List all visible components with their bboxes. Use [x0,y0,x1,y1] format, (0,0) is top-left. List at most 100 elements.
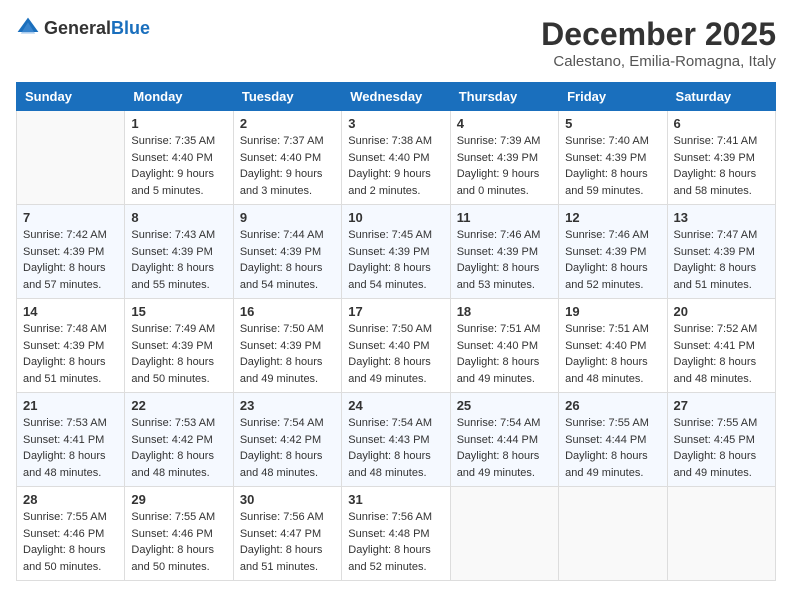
calendar-cell [667,487,775,581]
calendar-cell: 3 Sunrise: 7:38 AM Sunset: 4:40 PM Daylig… [342,111,450,205]
day-number: 11 [457,210,552,225]
day-number: 28 [23,492,118,507]
calendar-cell: 31Sunrise: 7:56 AM Sunset: 4:48 PM Dayli… [342,487,450,581]
calendar-cell: 15Sunrise: 7:49 AM Sunset: 4:39 PM Dayli… [125,299,233,393]
calendar-cell: 7 Sunrise: 7:42 AM Sunset: 4:39 PM Daylig… [17,205,125,299]
location-title: Calestano, Emilia-Romagna, Italy [541,53,776,70]
calendar-cell: 25 Sunrise: 7:54 AM Sunset: 4:44 PM Dayli… [450,393,558,487]
calendar-table: SundayMondayTuesdayWednesdayThursdayFrid… [16,82,776,581]
day-info: Sunrise: 7:43 AM Sunset: 4:39 PM Dayligh… [131,227,226,293]
day-info: Sunrise: 7:45 AM Sunset: 4:39 PM Dayligh… [348,227,443,293]
day-info: Sunrise: 7:53 AM Sunset: 4:42 PM Dayligh… [131,415,226,481]
day-of-week-header: Monday [125,83,233,111]
calendar-cell: 22Sunrise: 7:53 AM Sunset: 4:42 PM Dayli… [125,393,233,487]
day-number: 9 [240,210,335,225]
day-number: 26 [565,398,660,413]
calendar-cell: 1 Sunrise: 7:35 AM Sunset: 4:40 PM Daylig… [125,111,233,205]
day-info: Sunrise: 7:56 AM Sunset: 4:48 PM Dayligh… [348,509,443,575]
calendar-cell: 21 Sunrise: 7:53 AM Sunset: 4:41 PM Dayli… [17,393,125,487]
calendar-cell: 29 Sunrise: 7:55 AM Sunset: 4:46 PM Dayli… [125,487,233,581]
calendar-week-row: 1 Sunrise: 7:35 AM Sunset: 4:40 PM Daylig… [17,111,776,205]
calendar-cell: 5Sunrise: 7:40 AM Sunset: 4:39 PM Daylig… [559,111,667,205]
calendar-cell: 19 Sunrise: 7:51 AM Sunset: 4:40 PM Dayli… [559,299,667,393]
calendar-cell: 10 Sunrise: 7:45 AM Sunset: 4:39 PM Dayli… [342,205,450,299]
day-of-week-header: Saturday [667,83,775,111]
day-number: 7 [23,210,118,225]
logo: GeneralBlue [16,16,150,40]
day-number: 20 [674,304,769,319]
calendar-cell: 28 Sunrise: 7:55 AM Sunset: 4:46 PM Dayli… [17,487,125,581]
day-info: Sunrise: 7:54 AM Sunset: 4:43 PM Dayligh… [348,415,443,481]
day-number: 14 [23,304,118,319]
calendar-cell: 18 Sunrise: 7:51 AM Sunset: 4:40 PM Dayli… [450,299,558,393]
calendar-cell: 27 Sunrise: 7:55 AM Sunset: 4:45 PM Dayli… [667,393,775,487]
calendar-week-row: 28 Sunrise: 7:55 AM Sunset: 4:46 PM Dayli… [17,487,776,581]
day-number: 21 [23,398,118,413]
calendar-cell: 13 Sunrise: 7:47 AM Sunset: 4:39 PM Dayli… [667,205,775,299]
calendar-cell: 23Sunrise: 7:54 AM Sunset: 4:42 PM Dayli… [233,393,341,487]
calendar-cell: 16 Sunrise: 7:50 AM Sunset: 4:39 PM Dayli… [233,299,341,393]
calendar-cell [17,111,125,205]
day-info: Sunrise: 7:55 AM Sunset: 4:46 PM Dayligh… [131,509,226,575]
day-number: 3 [348,116,443,131]
day-number: 19 [565,304,660,319]
day-info: Sunrise: 7:47 AM Sunset: 4:39 PM Dayligh… [674,227,769,293]
day-of-week-header: Wednesday [342,83,450,111]
day-of-week-header: Sunday [17,83,125,111]
day-info: Sunrise: 7:52 AM Sunset: 4:41 PM Dayligh… [674,321,769,387]
day-number: 15 [131,304,226,319]
day-number: 25 [457,398,552,413]
day-info: Sunrise: 7:56 AM Sunset: 4:47 PM Dayligh… [240,509,335,575]
day-number: 29 [131,492,226,507]
day-info: Sunrise: 7:54 AM Sunset: 4:44 PM Dayligh… [457,415,552,481]
calendar-cell: 2Sunrise: 7:37 AM Sunset: 4:40 PM Daylig… [233,111,341,205]
day-info: Sunrise: 7:40 AM Sunset: 4:39 PM Dayligh… [565,133,660,199]
calendar-cell: 17 Sunrise: 7:50 AM Sunset: 4:40 PM Dayli… [342,299,450,393]
day-number: 8 [131,210,226,225]
day-number: 23 [240,398,335,413]
logo-text-blue: Blue [111,18,150,38]
day-of-week-header: Thursday [450,83,558,111]
day-info: Sunrise: 7:39 AM Sunset: 4:39 PM Dayligh… [457,133,552,199]
calendar-cell [559,487,667,581]
title-area: December 2025 Calestano, Emilia-Romagna,… [541,16,776,70]
day-number: 17 [348,304,443,319]
day-info: Sunrise: 7:51 AM Sunset: 4:40 PM Dayligh… [457,321,552,387]
day-number: 1 [131,116,226,131]
logo-text-general: General [44,18,111,38]
day-number: 10 [348,210,443,225]
day-info: Sunrise: 7:55 AM Sunset: 4:45 PM Dayligh… [674,415,769,481]
day-of-week-header: Tuesday [233,83,341,111]
calendar-cell: 20 Sunrise: 7:52 AM Sunset: 4:41 PM Dayli… [667,299,775,393]
day-number: 13 [674,210,769,225]
calendar-cell: 9 Sunrise: 7:44 AM Sunset: 4:39 PM Daylig… [233,205,341,299]
page-header: GeneralBlue December 2025 Calestano, Emi… [16,16,776,70]
day-info: Sunrise: 7:38 AM Sunset: 4:40 PM Dayligh… [348,133,443,199]
calendar-cell: 30Sunrise: 7:56 AM Sunset: 4:47 PM Dayli… [233,487,341,581]
day-info: Sunrise: 7:51 AM Sunset: 4:40 PM Dayligh… [565,321,660,387]
day-info: Sunrise: 7:35 AM Sunset: 4:40 PM Dayligh… [131,133,226,199]
day-info: Sunrise: 7:50 AM Sunset: 4:39 PM Dayligh… [240,321,335,387]
day-info: Sunrise: 7:53 AM Sunset: 4:41 PM Dayligh… [23,415,118,481]
calendar-week-row: 21 Sunrise: 7:53 AM Sunset: 4:41 PM Dayli… [17,393,776,487]
month-title: December 2025 [541,16,776,53]
calendar-header-row: SundayMondayTuesdayWednesdayThursdayFrid… [17,83,776,111]
day-info: Sunrise: 7:50 AM Sunset: 4:40 PM Dayligh… [348,321,443,387]
day-info: Sunrise: 7:46 AM Sunset: 4:39 PM Dayligh… [565,227,660,293]
day-info: Sunrise: 7:46 AM Sunset: 4:39 PM Dayligh… [457,227,552,293]
day-number: 27 [674,398,769,413]
day-info: Sunrise: 7:55 AM Sunset: 4:46 PM Dayligh… [23,509,118,575]
day-info: Sunrise: 7:48 AM Sunset: 4:39 PM Dayligh… [23,321,118,387]
day-number: 18 [457,304,552,319]
day-number: 6 [674,116,769,131]
calendar-cell [450,487,558,581]
day-info: Sunrise: 7:42 AM Sunset: 4:39 PM Dayligh… [23,227,118,293]
calendar-cell: 26Sunrise: 7:55 AM Sunset: 4:44 PM Dayli… [559,393,667,487]
day-number: 4 [457,116,552,131]
calendar-cell: 6Sunrise: 7:41 AM Sunset: 4:39 PM Daylig… [667,111,775,205]
day-number: 2 [240,116,335,131]
day-number: 24 [348,398,443,413]
calendar-cell: 12Sunrise: 7:46 AM Sunset: 4:39 PM Dayli… [559,205,667,299]
day-info: Sunrise: 7:44 AM Sunset: 4:39 PM Dayligh… [240,227,335,293]
day-number: 16 [240,304,335,319]
